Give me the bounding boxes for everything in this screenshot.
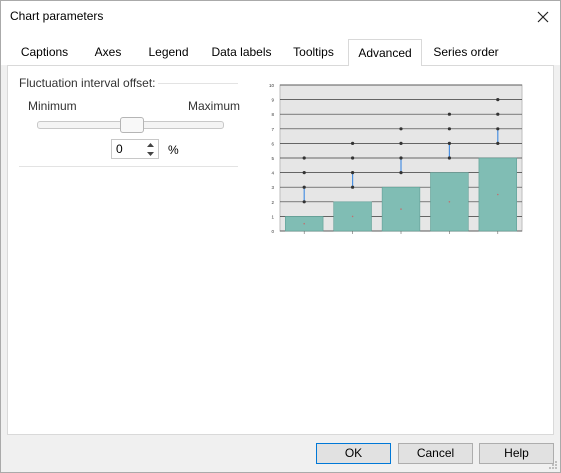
y-tick-label: 3	[271, 185, 274, 190]
bar-center-marker	[303, 222, 305, 225]
bar-center-marker	[497, 193, 499, 196]
advanced-panel: Fluctuation interval offset: Minimum Max…	[7, 65, 554, 435]
whisker-marker	[496, 112, 500, 116]
whisker-marker	[351, 141, 355, 145]
close-button[interactable]	[526, 1, 560, 33]
whisker-marker	[399, 171, 403, 175]
whisker-marker	[496, 141, 500, 145]
y-tick-label: 6	[271, 141, 274, 146]
ok-button[interactable]: OK	[316, 443, 391, 464]
tab-data-labels[interactable]: Data labels	[204, 41, 279, 65]
bar-center-marker	[400, 208, 402, 210]
spin-up-button[interactable]	[143, 141, 157, 149]
whisker-marker	[302, 156, 306, 160]
tab-strip: Captions Axes Legend Data labels Tooltip…	[1, 33, 560, 66]
tab-tooltips[interactable]: Tooltips	[284, 41, 343, 65]
whisker-marker	[447, 156, 451, 160]
tab-captions[interactable]: Captions	[11, 41, 78, 65]
maximum-label: Maximum	[188, 99, 241, 113]
y-tick-label: 8	[271, 112, 274, 117]
title-bar: Chart parameters	[1, 1, 560, 33]
window-title: Chart parameters	[10, 9, 104, 23]
chart-preview: 0 1 2 3 4 5 6 7 8 9 10	[269, 83, 523, 234]
whisker-marker	[496, 127, 500, 131]
close-icon	[537, 11, 549, 23]
whisker-marker	[447, 127, 451, 131]
y-tick-label: 1	[271, 214, 274, 219]
spin-up-icon	[146, 143, 154, 147]
whisker-marker	[496, 98, 500, 102]
y-tick-label: 7	[271, 127, 274, 132]
whisker-marker	[447, 141, 451, 145]
whisker-marker	[351, 156, 355, 160]
whisker-marker	[302, 185, 306, 189]
whisker-marker	[302, 171, 306, 175]
whisker-marker	[302, 200, 306, 204]
percent-label: %	[168, 143, 179, 157]
whisker-marker	[399, 141, 403, 145]
tab-series-order[interactable]: Series order	[427, 41, 505, 65]
tab-advanced[interactable]: Advanced	[348, 39, 422, 66]
tab-legend[interactable]: Legend	[138, 41, 199, 65]
whisker-marker	[399, 156, 403, 160]
minimum-label: Minimum	[28, 99, 77, 113]
spin-down-button[interactable]	[143, 150, 157, 158]
resize-grip-icon[interactable]	[548, 460, 558, 470]
offset-spinbox	[111, 139, 159, 159]
y-tick-label: 0	[271, 229, 274, 234]
y-tick-label: 10	[269, 83, 275, 88]
bar-center-marker	[448, 201, 451, 203]
y-tick-label: 2	[271, 200, 274, 205]
help-button[interactable]: Help	[479, 443, 554, 464]
bar-center-marker	[351, 215, 354, 218]
whisker-marker	[399, 127, 403, 131]
chart-parameters-dialog: Chart parameters Captions Axes Legend Da…	[0, 0, 561, 473]
group-bottom-divider	[19, 166, 238, 167]
offset-input[interactable]	[116, 142, 140, 156]
spin-down-icon	[146, 152, 154, 156]
y-tick-label: 9	[271, 98, 274, 103]
whisker-marker	[351, 185, 355, 189]
whisker-marker	[447, 112, 451, 116]
group-divider	[158, 83, 238, 84]
tab-axes[interactable]: Axes	[83, 41, 133, 65]
dialog-footer: OK Cancel Help	[1, 435, 560, 472]
cancel-button[interactable]: Cancel	[398, 443, 473, 464]
fluctuation-offset-label: Fluctuation interval offset:	[19, 76, 156, 90]
whisker-marker	[351, 171, 355, 175]
offset-slider-thumb[interactable]	[120, 117, 144, 133]
y-tick-label: 5	[271, 156, 274, 161]
y-tick-label: 4	[271, 171, 274, 176]
